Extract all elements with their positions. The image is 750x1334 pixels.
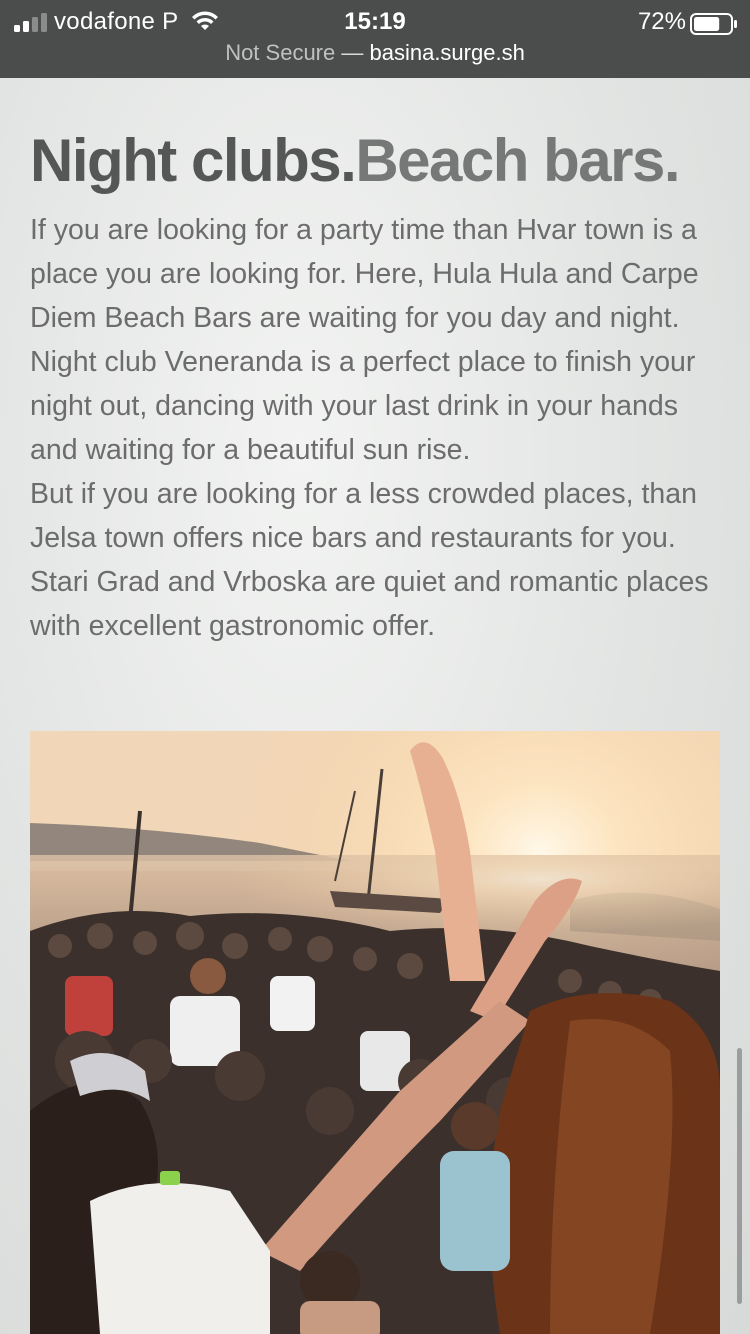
article-body: If you are looking for a party time than… (30, 208, 730, 648)
paragraph-hvar: If you are looking for a party time than… (30, 214, 699, 466)
beach-party-illustration (30, 731, 720, 1334)
title-night-clubs: Night clubs. (30, 127, 357, 194)
address-separator: — (335, 40, 370, 65)
page-content: Night clubs.Beach bars. If you are looki… (0, 78, 750, 1334)
site-host: basina.surge.sh (369, 40, 525, 65)
battery-percentage: 72% (637, 8, 686, 35)
section-title: Night clubs.Beach bars. (30, 126, 681, 195)
paragraph-jelsa: But if you are looking for a less crowde… (30, 478, 709, 642)
battery-icon (690, 13, 737, 35)
security-warning-label: Not Secure (225, 40, 336, 65)
vertical-scrollbar[interactable] (737, 1048, 742, 1304)
battery-fill (694, 17, 720, 31)
title-beach-bars: Beach bars. (355, 127, 680, 194)
status-bar: vodafone P 15:19 72% Not Secure — basina… (0, 0, 750, 78)
status-row: vodafone P 15:19 72% (0, 4, 750, 40)
beach-party-photo (30, 731, 720, 1334)
address-bar[interactable]: Not Secure — basina.surge.sh (0, 40, 750, 70)
